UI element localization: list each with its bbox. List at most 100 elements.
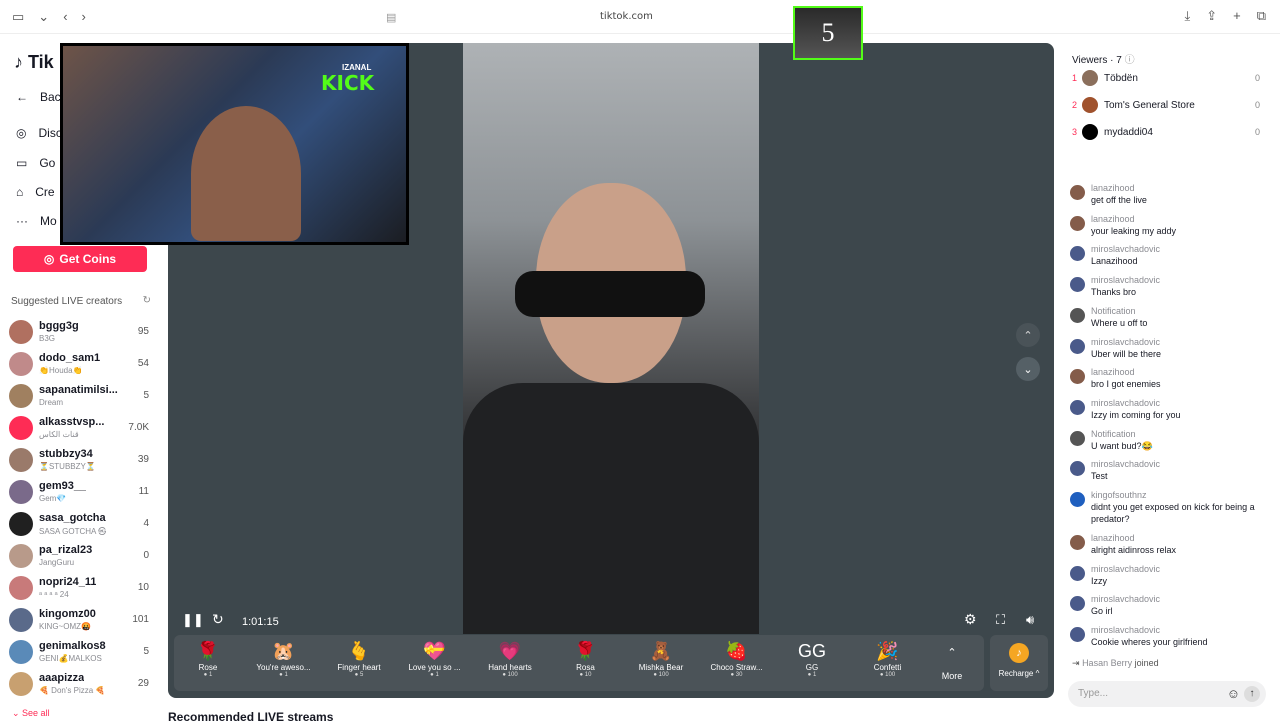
- creator-item[interactable]: alkasstvsp... قنات الكاس 7.0K: [9, 414, 151, 444]
- streamer-shirt: [463, 383, 759, 634]
- gift-item[interactable]: 🍓 Choco Straw... ● 30: [699, 639, 775, 678]
- avatar: [1082, 124, 1098, 140]
- chevron-down-icon: ⌄: [1023, 363, 1033, 376]
- gift-item[interactable]: 🌹 Rosa ● 10: [548, 639, 624, 678]
- gift-item[interactable]: 🧸 Mishka Bear ● 100: [623, 639, 699, 678]
- see-all-link[interactable]: ⌄ See all: [12, 708, 50, 719]
- creator-item[interactable]: dodo_sam1 👏Houda👏 54: [9, 350, 151, 380]
- refresh-icon[interactable]: ↻: [143, 295, 151, 306]
- refresh-icon[interactable]: ↻: [212, 611, 224, 628]
- chat-username: kingofsouthnz: [1091, 490, 1147, 500]
- recharge-button[interactable]: ♪ Recharge ^: [990, 635, 1048, 691]
- gift-item[interactable]: 💝 Love you so ... ● 1: [397, 639, 473, 678]
- creator-subtitle: GENI💰MALKOS: [39, 654, 102, 663]
- creator-item[interactable]: sasa_gotcha SASA GOTCHA ㉿ 4: [9, 510, 151, 540]
- viewer-name: Töbdën: [1104, 73, 1138, 84]
- download-icon[interactable]: ⤓: [1184, 8, 1190, 24]
- chevron-down-icon[interactable]: ⌄: [38, 9, 49, 25]
- creator-item[interactable]: genimalkos8 GENI💰MALKOS 5: [9, 638, 151, 668]
- creator-subtitle: قنات الكاس: [39, 430, 79, 439]
- gift-price: ● 1: [807, 672, 817, 678]
- sidebar-item-go-live[interactable]: ▭ Go: [16, 156, 55, 170]
- avatar: [1070, 627, 1085, 643]
- avatar: [1070, 215, 1085, 231]
- sidebar-item-more[interactable]: ··· Mo: [16, 214, 57, 228]
- settings-icon[interactable]: ⚙: [964, 611, 977, 628]
- sidebar-item-discover[interactable]: ◎ Disc: [16, 126, 62, 140]
- fullscreen-icon[interactable]: ⛶: [996, 612, 1005, 628]
- gift-item[interactable]: GG GG ● 1: [774, 639, 850, 678]
- coin-icon: ♪: [1009, 643, 1029, 663]
- viewer-score: 0: [1254, 73, 1260, 83]
- creator-item[interactable]: stubbzy34 ⏳STUBBZY⏳ 39: [9, 446, 151, 476]
- chat-username: miroslavchadovic: [1091, 244, 1161, 255]
- creator-item[interactable]: bggg3g B3G 95: [9, 318, 151, 348]
- creator-name: alkasstvsp...: [39, 416, 105, 428]
- compass-icon: ◎: [16, 126, 27, 140]
- gift-icon: 🍓: [725, 641, 748, 661]
- gift-icon: 🫰: [347, 641, 371, 661]
- avatar: [1070, 492, 1085, 507]
- avatar: [1070, 338, 1085, 354]
- address-bar[interactable]: tiktok.com: [600, 11, 653, 22]
- viewer-score: 0: [1254, 100, 1260, 110]
- viewer-count: 11: [138, 486, 149, 497]
- sidebar-toggle-icon[interactable]: ▭: [12, 9, 24, 25]
- send-icon[interactable]: ↑: [1244, 686, 1260, 702]
- creator-item[interactable]: sapanatimilsi... Dream 5: [9, 382, 151, 412]
- tiktok-logo[interactable]: ♪ Tik: [14, 52, 54, 73]
- creator-name: nopri24_11: [39, 576, 97, 588]
- previous-stream-button[interactable]: ⌃: [1016, 323, 1040, 347]
- info-icon[interactable]: ⓘ: [1125, 55, 1135, 66]
- viewer-row[interactable]: 1 Töbdën 0: [1072, 69, 1260, 89]
- creator-item[interactable]: pa_rizal23 JangGuru 0: [9, 542, 151, 572]
- join-notice: ⇥ Hasan Berry joined: [1072, 658, 1159, 668]
- chat-text: Go irl: [1091, 606, 1113, 617]
- emoji-icon[interactable]: ☺: [1227, 686, 1240, 701]
- gift-item[interactable]: 🎉 Confetti ● 100: [850, 639, 926, 678]
- gift-icon: GG: [797, 641, 826, 661]
- new-tab-icon[interactable]: +: [1233, 8, 1241, 24]
- gift-name: Hand hearts: [488, 663, 532, 672]
- avatar: [9, 576, 33, 600]
- viewer-row[interactable]: 2 Tom's General Store 0: [1072, 96, 1260, 116]
- creator-subtitle: ᵃ ᵃ ᵃ ᵃ 24: [39, 590, 69, 599]
- chat-username: miroslavchadovic: [1091, 594, 1161, 605]
- avatar: [9, 640, 33, 664]
- sidebar-item-creator[interactable]: ⌂ Cre: [16, 185, 55, 199]
- creator-item[interactable]: kingomz00 KING~OMZ🤬 101: [9, 606, 151, 636]
- live-video[interactable]: [463, 43, 759, 634]
- gift-item[interactable]: 🌹 Rose ● 1: [170, 639, 246, 678]
- gift-item[interactable]: 🫰 Finger heart ● 5: [321, 639, 397, 678]
- creator-item[interactable]: nopri24_11 ᵃ ᵃ ᵃ ᵃ 24 10: [9, 574, 151, 604]
- viewers-title: Viewers · 7 ⓘ: [1072, 55, 1135, 66]
- gift-item[interactable]: 💗 Hand hearts ● 100: [472, 639, 548, 678]
- pause-icon[interactable]: ❚❚: [182, 612, 204, 628]
- more-gifts-button[interactable]: ⌃ More: [922, 641, 982, 681]
- forward-icon[interactable]: ›: [82, 9, 86, 25]
- gift-icon: 🌹: [574, 641, 597, 661]
- back-icon[interactable]: ‹: [63, 9, 67, 25]
- viewer-count: 4: [143, 518, 149, 529]
- chat-username: miroslavchadovic: [1091, 459, 1161, 470]
- avatar: [9, 608, 33, 632]
- creator-item[interactable]: gem93__ Gem💎 11: [9, 478, 151, 508]
- next-stream-button[interactable]: ⌄: [1016, 357, 1040, 381]
- get-coins-button[interactable]: ◎ Get Coins: [13, 246, 147, 272]
- avatar: [9, 384, 33, 408]
- volume-icon[interactable]: 🔊︎: [1026, 612, 1034, 628]
- suggested-creators-title: Suggested LIVE creators ↻: [11, 295, 151, 307]
- gift-price: ● 100: [879, 672, 896, 678]
- chat-input[interactable]: Type... ☺ ↑: [1068, 681, 1266, 707]
- gift-name: You're aweso...: [256, 663, 311, 672]
- sidebar-item-back[interactable]: ← Bac: [16, 90, 61, 104]
- join-icon: ⇥: [1072, 658, 1080, 668]
- tabs-icon[interactable]: ⧉: [1257, 8, 1266, 24]
- gift-name: Rosa: [576, 663, 595, 672]
- viewer-row[interactable]: 3 mydaddi04 0: [1072, 123, 1260, 143]
- arrow-left-icon: ←: [16, 90, 28, 104]
- gift-icon: 🎉: [876, 641, 899, 661]
- creator-item[interactable]: aaapizza 🍕 Don's Pizza 🍕 29: [9, 670, 151, 700]
- gift-item[interactable]: 🐹 You're aweso... ● 1: [246, 639, 322, 678]
- share-icon[interactable]: ⇪: [1206, 8, 1217, 24]
